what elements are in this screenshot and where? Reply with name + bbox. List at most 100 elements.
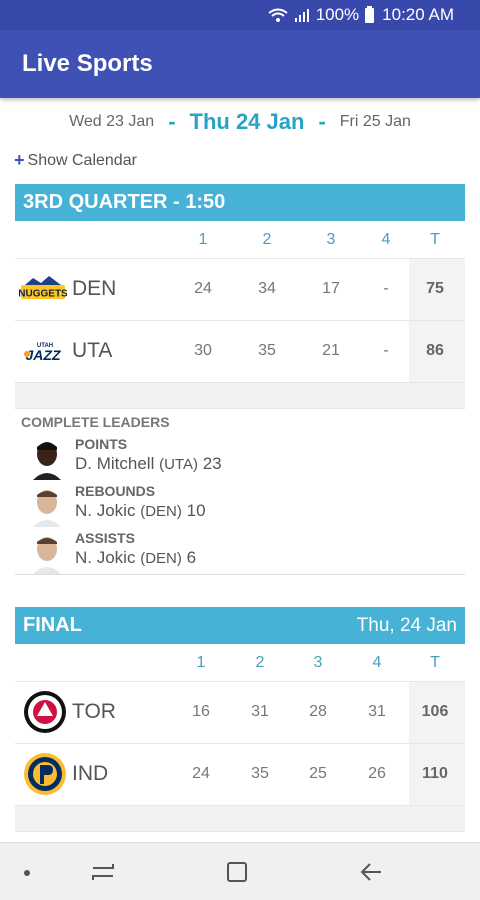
score-q3: 17 bbox=[322, 280, 340, 297]
quarter-2-header: 2 bbox=[255, 654, 265, 671]
leader-rebounds: REBOUNDS N. Jokic (DEN) 10 bbox=[21, 481, 461, 527]
current-date: Thu 24 Jan bbox=[189, 109, 305, 134]
next-date-link[interactable]: Fri 25 Jan bbox=[340, 113, 411, 131]
team-row-ind: IND 24 35 25 26 110 bbox=[15, 744, 465, 806]
game-card-den-uta[interactable]: 3RD QUARTER - 1:50 1 2 3 4 T NUGGETS DEN… bbox=[15, 184, 465, 409]
wifi-icon bbox=[268, 7, 288, 23]
date-separator: - bbox=[318, 109, 326, 134]
battery-icon bbox=[365, 5, 375, 23]
player-name: D. Mitchell bbox=[75, 454, 155, 473]
app-title: Live Sports bbox=[22, 50, 153, 77]
game-status-header: 3RD QUARTER - 1:50 bbox=[15, 184, 465, 221]
game-status-header: FINAL Thu, 24 Jan bbox=[15, 607, 465, 644]
stat-value: 23 bbox=[202, 454, 222, 473]
team-row-uta: UTAH JAZZ UTA 30 35 21 - 86 bbox=[15, 321, 465, 383]
player-team: (UTA) bbox=[159, 456, 198, 473]
quarter-1-header: 1 bbox=[198, 231, 208, 248]
quarter-1-header: 1 bbox=[196, 654, 206, 671]
score-q1: 16 bbox=[192, 703, 210, 720]
app-bar: Live Sports bbox=[0, 30, 480, 98]
jazz-logo-icon: UTAH JAZZ bbox=[19, 335, 67, 367]
date-navigation: Wed 23 Jan - Thu 24 Jan - Fri 25 Jan bbox=[0, 104, 480, 140]
player-team: (DEN) bbox=[140, 503, 182, 520]
prev-date-link[interactable]: Wed 23 Jan bbox=[69, 113, 154, 131]
player-avatar bbox=[27, 532, 67, 574]
stat-value: 6 bbox=[186, 548, 197, 567]
nuggets-logo-icon: NUGGETS bbox=[18, 273, 68, 305]
clock: 10:20 AM bbox=[382, 5, 454, 24]
score-total: 110 bbox=[422, 765, 448, 782]
raptors-logo-icon bbox=[19, 690, 67, 734]
plus-icon: + bbox=[14, 150, 25, 170]
score-q2: 35 bbox=[251, 765, 269, 782]
total-header: T bbox=[430, 654, 440, 671]
team-abbr: IND bbox=[72, 762, 109, 785]
leader-category: ASSISTS bbox=[75, 530, 135, 546]
quarter-3-header: 3 bbox=[326, 231, 336, 248]
score-q3: 28 bbox=[309, 703, 327, 720]
quarter-header-row: 1 2 3 4 T bbox=[15, 644, 465, 682]
team-row-den: NUGGETS DEN 24 34 17 - 75 bbox=[15, 259, 465, 321]
status-bar: 100% 10:20 AM bbox=[0, 0, 480, 30]
signal-icon bbox=[294, 7, 310, 23]
score-q3: 21 bbox=[322, 342, 340, 359]
system-nav-bar bbox=[0, 842, 480, 900]
score-q2: 35 bbox=[258, 342, 276, 359]
score-q1: 24 bbox=[192, 765, 210, 782]
game-status: 3RD QUARTER - 1:50 bbox=[23, 191, 226, 213]
show-calendar-button[interactable]: + Show Calendar bbox=[14, 150, 137, 171]
score-total: 86 bbox=[426, 342, 444, 359]
score-total: 106 bbox=[421, 703, 449, 720]
score-q4: 26 bbox=[368, 765, 386, 782]
quarter-header-row: 1 2 3 4 T bbox=[15, 221, 465, 259]
quarter-3-header: 3 bbox=[313, 654, 323, 671]
game-status: FINAL bbox=[23, 614, 82, 636]
leader-points: POINTS D. Mitchell (UTA) 23 bbox=[21, 434, 461, 480]
leader-line: N. Jokic (DEN) 6 bbox=[75, 548, 196, 568]
leader-category: REBOUNDS bbox=[75, 483, 156, 499]
game-card-tor-ind[interactable]: FINAL Thu, 24 Jan 1 2 3 4 T TOR 16 31 28… bbox=[15, 607, 465, 832]
score-q1: 30 bbox=[194, 342, 212, 359]
leaders-title: COMPLETE LEADERS bbox=[21, 414, 170, 430]
total-header: T bbox=[430, 231, 440, 248]
home-icon[interactable] bbox=[224, 859, 250, 885]
back-icon[interactable] bbox=[358, 859, 384, 885]
player-team: (DEN) bbox=[140, 550, 182, 567]
player-name: N. Jokic bbox=[75, 501, 136, 520]
quarter-2-header: 2 bbox=[262, 231, 272, 248]
date-separator: - bbox=[168, 109, 176, 134]
leader-line: D. Mitchell (UTA) 23 bbox=[75, 454, 222, 474]
team-abbr: DEN bbox=[72, 277, 117, 300]
score-q2: 34 bbox=[258, 280, 276, 297]
nav-dot-indicator bbox=[24, 870, 30, 876]
battery-percent: 100% bbox=[315, 5, 360, 24]
show-calendar-label: Show Calendar bbox=[27, 151, 137, 169]
quarter-4-header: 4 bbox=[372, 654, 382, 671]
card-footer bbox=[15, 806, 465, 832]
recent-apps-icon[interactable] bbox=[90, 859, 116, 885]
player-name: N. Jokic bbox=[75, 548, 136, 567]
svg-text:NUGGETS: NUGGETS bbox=[19, 289, 67, 300]
team-abbr: UTA bbox=[72, 339, 113, 362]
score-q1: 24 bbox=[194, 280, 212, 297]
score-q4: 31 bbox=[368, 703, 386, 720]
quarter-4-header: 4 bbox=[381, 231, 391, 248]
svg-text:JAZZ: JAZZ bbox=[26, 347, 61, 363]
leader-line: N. Jokic (DEN) 10 bbox=[75, 501, 206, 521]
game-date: Thu, 24 Jan bbox=[356, 614, 457, 636]
player-avatar bbox=[27, 438, 67, 480]
score-q4: - bbox=[383, 280, 389, 297]
team-row-tor: TOR 16 31 28 31 106 bbox=[15, 682, 465, 744]
score-q2: 31 bbox=[251, 703, 269, 720]
complete-leaders-section: COMPLETE LEADERS POINTS D. Mitchell (UTA… bbox=[15, 408, 465, 575]
player-avatar bbox=[27, 485, 67, 527]
leader-assists: ASSISTS N. Jokic (DEN) 6 bbox=[21, 528, 461, 574]
score-total: 75 bbox=[426, 280, 444, 297]
stat-value: 10 bbox=[186, 501, 206, 520]
pacers-logo-icon bbox=[19, 752, 67, 796]
team-abbr: TOR bbox=[72, 700, 116, 723]
score-q4: - bbox=[383, 342, 389, 359]
leader-category: POINTS bbox=[75, 436, 128, 452]
card-footer bbox=[15, 383, 465, 409]
score-q3: 25 bbox=[309, 765, 327, 782]
